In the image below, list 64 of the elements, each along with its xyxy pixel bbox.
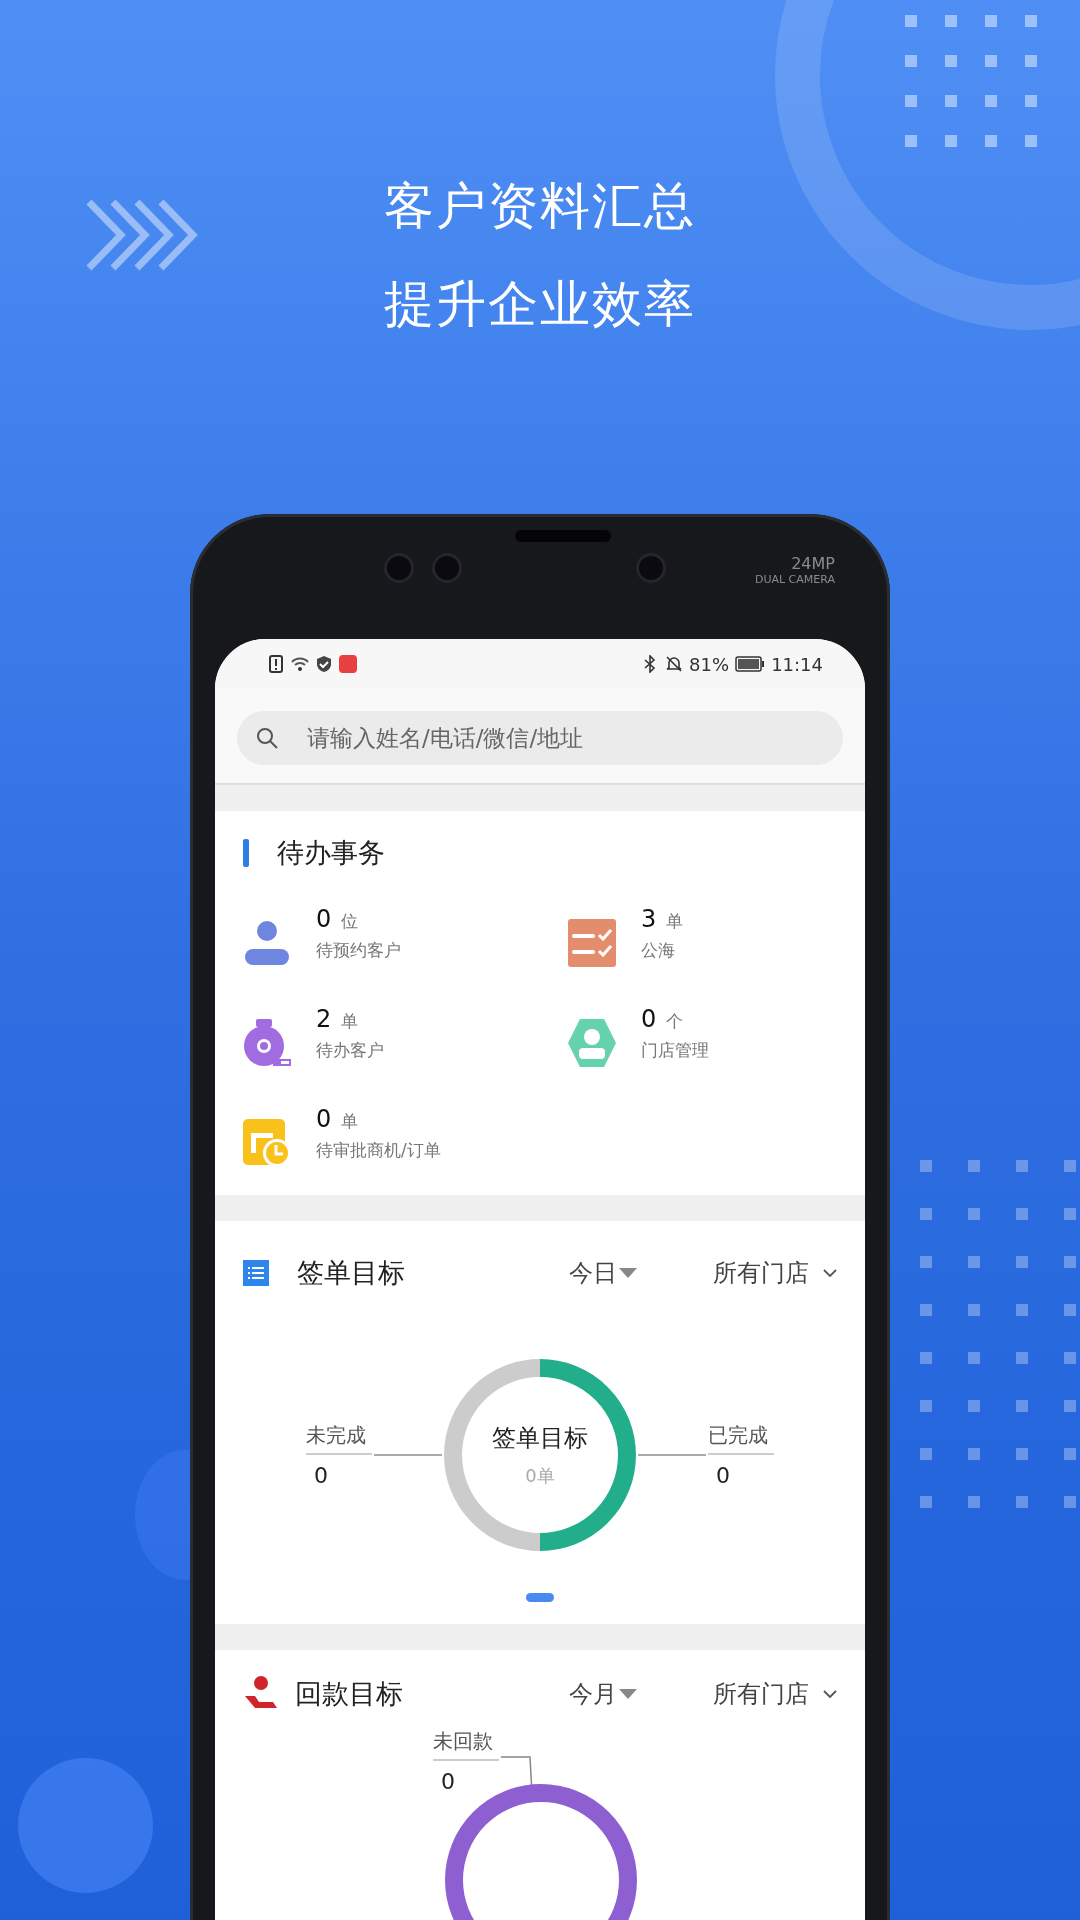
- task-item[interactable]: 2 单 待办客户: [243, 1005, 568, 1067]
- task-unit: 单: [341, 1110, 359, 1133]
- section-title: 签单目标: [297, 1256, 405, 1290]
- donut-title: 签单目标: [492, 1423, 588, 1454]
- task-count: 0: [641, 1005, 657, 1033]
- store-dropdown[interactable]: 所有门店: [713, 1257, 837, 1289]
- task-unit: 位: [341, 910, 359, 933]
- task-count: 0: [316, 905, 332, 933]
- task-label: 门店管理: [641, 1039, 709, 1062]
- headline-text: 提升企业效率: [384, 276, 696, 332]
- task-unit: 单: [666, 910, 684, 933]
- app-icon: [339, 655, 357, 673]
- task-item[interactable]: 0 个 门店管理: [568, 1005, 865, 1067]
- battery-icon: [735, 656, 766, 672]
- unpaid-value: 0: [440, 1768, 456, 1794]
- task-label: 待预约客户: [316, 939, 401, 962]
- complete-value: 0: [715, 1462, 731, 1488]
- person-icon: [243, 919, 291, 967]
- shield-icon: [315, 655, 333, 673]
- document-clock-icon: [243, 1119, 291, 1167]
- section-title: 待办事务: [277, 836, 385, 870]
- camera-lens: [639, 556, 663, 580]
- camera-label: 24MP: [791, 554, 835, 573]
- task-item[interactable]: 3 单 公海: [568, 905, 865, 967]
- period-dropdown[interactable]: 今日: [569, 1257, 637, 1289]
- alert-icon: [267, 655, 285, 673]
- camera-sublabel: DUAL CAMERA: [754, 573, 835, 586]
- task-label: 待办客户: [316, 1039, 384, 1062]
- section-marker: [243, 839, 249, 867]
- caret-icon: [619, 1268, 637, 1278]
- battery-percent: 81%: [689, 653, 730, 675]
- page-indicator: [526, 1593, 554, 1602]
- checklist-icon: [568, 919, 616, 967]
- period-dropdown[interactable]: 今月: [569, 1678, 637, 1710]
- chevron-down-icon: [823, 1689, 837, 1699]
- store-dropdown[interactable]: 所有门店: [713, 1678, 837, 1710]
- donut-value: 0单: [525, 1464, 555, 1488]
- task-item[interactable]: 0 单 待审批商机/订单: [243, 1105, 568, 1167]
- list-icon: [243, 1260, 269, 1286]
- camera-lens: [435, 556, 459, 580]
- task-label: 待审批商机/订单: [316, 1139, 441, 1162]
- task-count: 3: [641, 905, 657, 933]
- wifi-icon: [291, 655, 309, 673]
- headline-text: 客户资料汇总: [384, 178, 696, 234]
- user-badge-icon: [568, 1019, 616, 1067]
- search-field[interactable]: 请输入姓名/电话/微信/地址: [237, 711, 843, 765]
- muted-bell-icon: [665, 655, 684, 673]
- task-count: 2: [316, 1005, 332, 1033]
- incomplete-label: 未完成: [306, 1422, 372, 1455]
- task-unit: 单: [341, 1010, 359, 1033]
- camera-lens: [387, 556, 411, 580]
- chevron-down-icon: [823, 1268, 837, 1278]
- section-title: 回款目标: [295, 1677, 403, 1711]
- unpaid-label: 未回款: [433, 1728, 499, 1761]
- task-label: 公海: [641, 939, 676, 962]
- incomplete-value: 0: [313, 1462, 329, 1488]
- task-item[interactable]: 0 位 待预约客户: [243, 905, 568, 967]
- complete-label: 已完成: [708, 1422, 774, 1455]
- search-icon: [255, 726, 279, 750]
- tape-measure-icon: [243, 1019, 291, 1067]
- task-count: 0: [316, 1105, 332, 1133]
- task-unit: 个: [666, 1010, 684, 1033]
- status-time: 11:14: [771, 653, 823, 675]
- caret-icon: [619, 1689, 637, 1699]
